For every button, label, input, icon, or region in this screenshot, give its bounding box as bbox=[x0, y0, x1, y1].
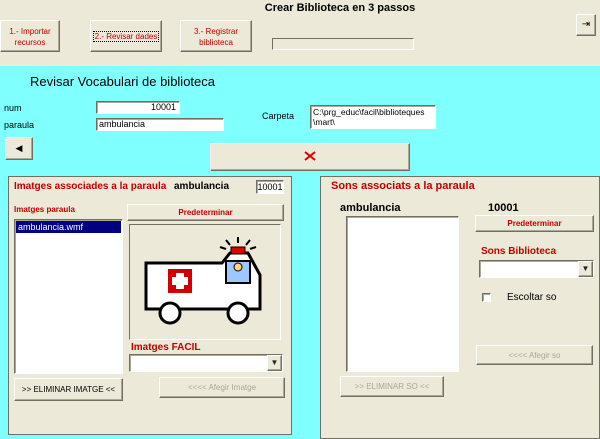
paraula-field[interactable]: ambulancia bbox=[96, 118, 224, 131]
add-image-button[interactable]: <<<< Afegir Imatge bbox=[159, 377, 285, 398]
num-field[interactable]: 10001 bbox=[96, 101, 180, 114]
list-item[interactable]: ambulancia.wmf bbox=[16, 221, 121, 233]
remove-sound-button[interactable]: >> ELIMINAR SO << bbox=[340, 376, 444, 397]
exit-button[interactable]: ⇥ bbox=[576, 14, 596, 36]
chevron-down-icon[interactable]: ▼ bbox=[578, 261, 593, 277]
window-title: Crear Biblioteca en 3 passos bbox=[264, 2, 416, 14]
sounds-num: 10001 bbox=[488, 202, 519, 214]
step-register-button[interactable]: 3.- Registrar biblioteca bbox=[180, 20, 252, 52]
progress-bar bbox=[272, 38, 414, 50]
step-import-button[interactable]: 1.- Importar recursos bbox=[0, 20, 60, 52]
exit-icon: ⇥ bbox=[581, 19, 591, 30]
images-num-field[interactable]: 10001 bbox=[256, 180, 284, 194]
sounds-list[interactable] bbox=[346, 216, 459, 372]
back-button[interactable]: ◀ bbox=[5, 137, 33, 160]
sounds-section-title: Sons associats a la paraula bbox=[331, 180, 475, 192]
delete-word-button[interactable] bbox=[210, 143, 410, 171]
delete-x-icon bbox=[304, 151, 316, 161]
ambulance-icon bbox=[144, 237, 262, 325]
images-section-title: Imatges associades a la paraula bbox=[14, 181, 167, 192]
images-word: ambulancia bbox=[174, 181, 230, 192]
facil-images-select[interactable]: ▼ bbox=[129, 354, 283, 372]
images-default-button[interactable]: Predeterminar bbox=[127, 204, 284, 221]
image-preview bbox=[129, 224, 281, 340]
remove-image-button[interactable]: >> ELIMINAR IMATGE << bbox=[14, 378, 123, 401]
add-sound-button[interactable]: <<<< Afegir so bbox=[476, 345, 593, 365]
sounds-default-button[interactable]: Predeterminar bbox=[475, 215, 594, 232]
listen-checkbox[interactable] bbox=[482, 293, 491, 302]
listen-label: Escoltar so bbox=[507, 292, 557, 303]
images-list-label: Imatges paraula bbox=[14, 205, 75, 214]
carpeta-label: Carpeta bbox=[262, 111, 295, 121]
step-review-button[interactable]: 2.- Revisar dades bbox=[90, 20, 162, 52]
panel-title: Revisar Vocabulari de biblioteca bbox=[30, 74, 215, 89]
num-label: num bbox=[4, 103, 22, 113]
paraula-label: paraula bbox=[4, 120, 35, 130]
images-list[interactable]: ambulancia.wmf bbox=[14, 219, 123, 374]
carpeta-field[interactable]: C:\prg_educ\facil\biblioteques\mart\ bbox=[310, 105, 436, 129]
sounds-word: ambulancia bbox=[340, 202, 401, 214]
facil-images-label: Imatges FACIL bbox=[131, 342, 201, 353]
left-arrow-icon: ◀ bbox=[15, 143, 23, 153]
chevron-down-icon[interactable]: ▼ bbox=[267, 355, 282, 371]
sounds-library-select[interactable]: ▼ bbox=[479, 260, 594, 278]
sounds-library-label: Sons Biblioteca bbox=[481, 246, 557, 257]
